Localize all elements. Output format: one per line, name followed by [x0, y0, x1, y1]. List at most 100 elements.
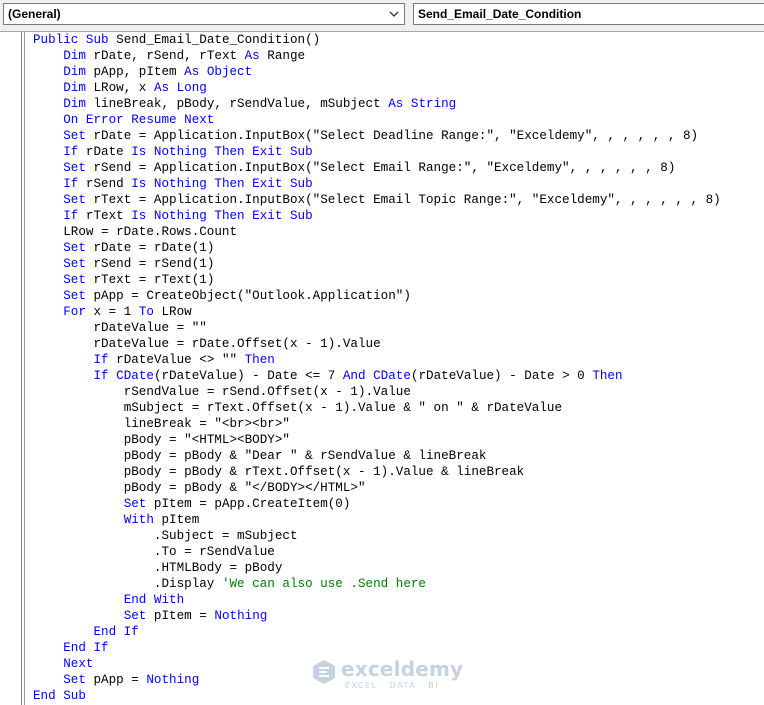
exceldemy-logo-icon: [313, 660, 335, 684]
code-keyword: Set: [123, 609, 147, 623]
code-line[interactable]: Dim pApp, pItem As Object: [33, 64, 721, 80]
code-text-token: pBody = "<HTML><BODY>": [123, 433, 290, 447]
code-line[interactable]: pBody = pBody & "</BODY></HTML>": [33, 480, 721, 496]
code-line[interactable]: .HTMLBody = pBody: [33, 560, 721, 576]
code-line[interactable]: .Display 'We can also use .Send here: [33, 576, 721, 592]
code-line[interactable]: rDateValue = rDate.Offset(x - 1).Value: [33, 336, 721, 352]
code-keyword: Is Nothing Then Exit Sub: [131, 145, 313, 159]
code-keyword: Next: [63, 657, 94, 671]
code-line[interactable]: End If: [33, 640, 721, 656]
code-text-token: rDateValue <> "": [108, 353, 245, 367]
code-line[interactable]: rSendValue = rSend.Offset(x - 1).Value: [33, 384, 721, 400]
code-line[interactable]: .Subject = mSubject: [33, 528, 721, 544]
code-line[interactable]: pBody = pBody & rText.Offset(x - 1).Valu…: [33, 464, 721, 480]
object-dropdown[interactable]: (General): [3, 3, 405, 25]
code-keyword: If: [63, 145, 79, 159]
code-text-token: .Subject = mSubject: [153, 529, 298, 543]
code-text-token: (rDateValue) - Date <= 7: [153, 369, 343, 383]
code-line[interactable]: lineBreak = "<br><br>": [33, 416, 721, 432]
code-keyword: As Object: [184, 65, 253, 79]
code-line[interactable]: Set rText = rText(1): [33, 272, 721, 288]
code-text-token: rDateValue = "": [93, 321, 207, 335]
code-keyword: Dim: [63, 97, 86, 111]
code-keyword: Dim: [63, 49, 86, 63]
code-line[interactable]: Set rDate = rDate(1): [33, 240, 721, 256]
code-text-token: rSend = Application.InputBox("Select Ema…: [85, 161, 676, 175]
code-text-token: pApp = CreateObject("Outlook.Application…: [85, 289, 411, 303]
code-keyword: CDate: [116, 369, 154, 383]
chevron-down-icon[interactable]: [388, 8, 400, 20]
code-text-token: LRow = rDate.Rows.Count: [63, 225, 238, 239]
code-line[interactable]: Dim LRow, x As Long: [33, 80, 721, 96]
code-text-token: rText = Application.InputBox("Select Ema…: [85, 193, 721, 207]
code-line[interactable]: Set pItem = Nothing: [33, 608, 721, 624]
code-line[interactable]: On Error Resume Next: [33, 112, 721, 128]
code-keyword: Set: [123, 497, 147, 511]
code-line[interactable]: Set pApp = CreateObject("Outlook.Applica…: [33, 288, 721, 304]
code-keyword: If: [63, 209, 79, 223]
code-text-token: rSend: [78, 177, 132, 191]
code-keyword: If: [93, 353, 109, 367]
code-text-token: rSendValue = rSend.Offset(x - 1).Value: [123, 385, 411, 399]
code-line[interactable]: If CDate(rDateValue) - Date <= 7 And CDa…: [33, 368, 721, 384]
code-text-token: Send_Email_Date_Condition(): [108, 33, 321, 47]
code-line[interactable]: Dim lineBreak, pBody, rSendValue, mSubje…: [33, 96, 721, 112]
code-text-token: rDate = Application.InputBox("Select Dea…: [85, 129, 699, 143]
code-keyword: Dim: [63, 65, 86, 79]
code-keyword: Is Nothing Then Exit Sub: [131, 209, 313, 223]
code-line[interactable]: Public Sub Send_Email_Date_Condition(): [33, 32, 721, 48]
margin-indicator-bar[interactable]: [0, 32, 22, 705]
code-comment: 'We can also use .Send here: [221, 577, 426, 591]
code-text-token: pBody = pBody & rText.Offset(x - 1).Valu…: [123, 465, 525, 479]
code-line[interactable]: rDateValue = "": [33, 320, 721, 336]
code-line[interactable]: End If: [33, 624, 721, 640]
code-line[interactable]: Set rSend = Application.InputBox("Select…: [33, 160, 721, 176]
code-text-token: pItem: [153, 513, 200, 527]
code-line[interactable]: If rText Is Nothing Then Exit Sub: [33, 208, 721, 224]
code-keyword: For: [63, 305, 86, 319]
code-text-token: pItem =: [146, 609, 215, 623]
code-text-token: rSend = rSend(1): [85, 257, 215, 271]
code-text-token: rDateValue = rDate.Offset(x - 1).Value: [93, 337, 381, 351]
code-line[interactable]: mSubject = rText.Offset(x - 1).Value & "…: [33, 400, 721, 416]
code-line[interactable]: End With: [33, 592, 721, 608]
code-text-token: lineBreak, pBody, rSendValue, mSubject: [85, 97, 389, 111]
code-line[interactable]: With pItem: [33, 512, 721, 528]
watermark-name: exceldemy: [341, 657, 464, 681]
code-line[interactable]: Set rSend = rSend(1): [33, 256, 721, 272]
code-line[interactable]: Set rText = Application.InputBox("Select…: [33, 192, 721, 208]
code-editor[interactable]: Public Sub Send_Email_Date_Condition() Di…: [0, 32, 764, 705]
code-keyword: Public Sub: [33, 33, 109, 47]
code-text-token: pItem = pApp.CreateItem(0): [146, 497, 351, 511]
code-line[interactable]: pBody = pBody & "Dear " & rSendValue & l…: [33, 448, 721, 464]
code-keyword: Set: [63, 193, 86, 207]
code-keyword: Set: [63, 241, 86, 255]
code-line[interactable]: For x = 1 To LRow: [33, 304, 721, 320]
code-keyword: To: [138, 305, 154, 319]
code-line[interactable]: If rDateValue <> "" Then: [33, 352, 721, 368]
code-line[interactable]: .To = rSendValue: [33, 544, 721, 560]
code-line[interactable]: Set pItem = pApp.CreateItem(0): [33, 496, 721, 512]
code-line[interactable]: Dim rDate, rSend, rText As Range: [33, 48, 721, 64]
code-text-token: LRow, x: [85, 81, 154, 95]
code-text-token: .HTMLBody = pBody: [153, 561, 283, 575]
procedure-dropdown-value: Send_Email_Date_Condition: [418, 7, 582, 21]
code-keyword: As String: [388, 97, 457, 111]
code-text-token: pBody = pBody & "Dear " & rSendValue & l…: [123, 449, 487, 463]
code-keyword: End Sub: [33, 689, 86, 703]
code-line[interactable]: Set rDate = Application.InputBox("Select…: [33, 128, 721, 144]
gutter-divider: [24, 32, 25, 705]
code-line[interactable]: If rSend Is Nothing Then Exit Sub: [33, 176, 721, 192]
code-text-token: rDate, rSend, rText: [85, 49, 245, 63]
code-window-toolbar: (General) Send_Email_Date_Condition: [0, 0, 764, 32]
code-line[interactable]: pBody = "<HTML><BODY>": [33, 432, 721, 448]
code-line[interactable]: LRow = rDate.Rows.Count: [33, 224, 721, 240]
procedure-dropdown[interactable]: Send_Email_Date_Condition: [413, 3, 764, 25]
code-keyword: As: [244, 49, 260, 63]
code-line[interactable]: If rDate Is Nothing Then Exit Sub: [33, 144, 721, 160]
code-keyword: CDate: [373, 369, 411, 383]
code-keyword: Nothing: [214, 609, 268, 623]
code-text-token: pApp =: [85, 673, 147, 687]
code-text[interactable]: Public Sub Send_Email_Date_Condition() Di…: [33, 32, 721, 704]
